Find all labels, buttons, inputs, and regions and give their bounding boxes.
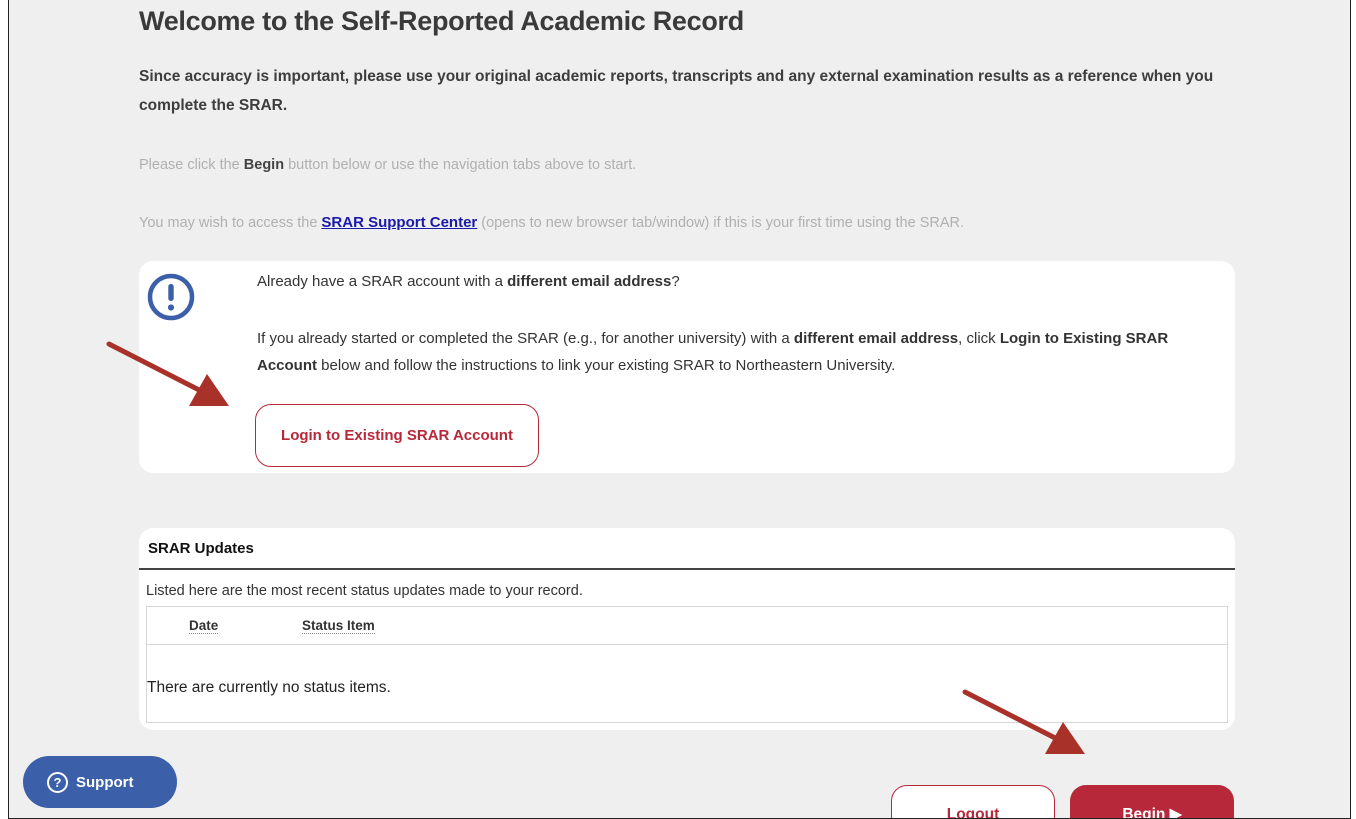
updates-description: Listed here are the most recent status u… <box>146 583 583 599</box>
annotation-arrow-left <box>106 341 229 406</box>
support-center-link[interactable]: SRAR Support Center <box>321 214 477 231</box>
alert-instructions-part2: , click <box>958 330 1000 347</box>
alert-question: Already have a SRAR account with a diffe… <box>257 273 680 290</box>
intro-text: Since accuracy is important, please use … <box>139 68 1214 114</box>
empty-status-message: There are currently no status items. <box>147 679 391 696</box>
existing-account-alert: Already have a SRAR account with a diffe… <box>139 261 1235 473</box>
alert-question-bold: different email address <box>507 273 672 290</box>
instructions-prefix: Please click the <box>139 157 244 173</box>
question-circle-icon: ? <box>47 771 68 793</box>
status-table-header: Date Status Item <box>147 607 1227 645</box>
alert-question-prefix: Already have a SRAR account with a <box>257 273 508 290</box>
support-note-suffix: (opens to new browser tab/window) if thi… <box>477 215 965 231</box>
column-header-date[interactable]: Date <box>189 618 219 634</box>
alert-instructions-part1: If you already started or completed the … <box>257 330 794 347</box>
annotation-arrow-right <box>962 689 1085 754</box>
alert-instructions: If you already started or completed the … <box>257 325 1217 379</box>
support-note: You may wish to access the SRAR Support … <box>139 214 964 231</box>
login-existing-account-button[interactable]: Login to Existing SRAR Account <box>255 404 539 467</box>
alert-instructions-bold1: different email address <box>793 330 959 347</box>
support-button-label: Support <box>76 773 134 791</box>
support-button[interactable]: ? Support <box>23 756 177 808</box>
page-frame: Welcome to the Self-Reported Academic Re… <box>8 0 1351 819</box>
instructions-suffix: button below or use the navigation tabs … <box>284 157 637 173</box>
instructions-text: Please click the Begin button below or u… <box>139 157 636 173</box>
exclamation-circle-icon <box>147 273 195 321</box>
alert-instructions-part3: below and follow the instructions to lin… <box>317 357 896 374</box>
begin-button[interactable]: Begin ▶ <box>1070 785 1234 818</box>
logout-button[interactable]: Logout <box>891 785 1055 818</box>
alert-question-suffix: ? <box>671 273 680 290</box>
page-title: Welcome to the Self-Reported Academic Re… <box>139 6 744 36</box>
column-header-status-item[interactable]: Status Item <box>302 618 375 634</box>
updates-title: SRAR Updates <box>148 540 254 557</box>
support-note-prefix: You may wish to access the <box>139 215 322 231</box>
updates-divider <box>139 568 1235 570</box>
instructions-begin-emphasis: Begin <box>243 157 285 173</box>
